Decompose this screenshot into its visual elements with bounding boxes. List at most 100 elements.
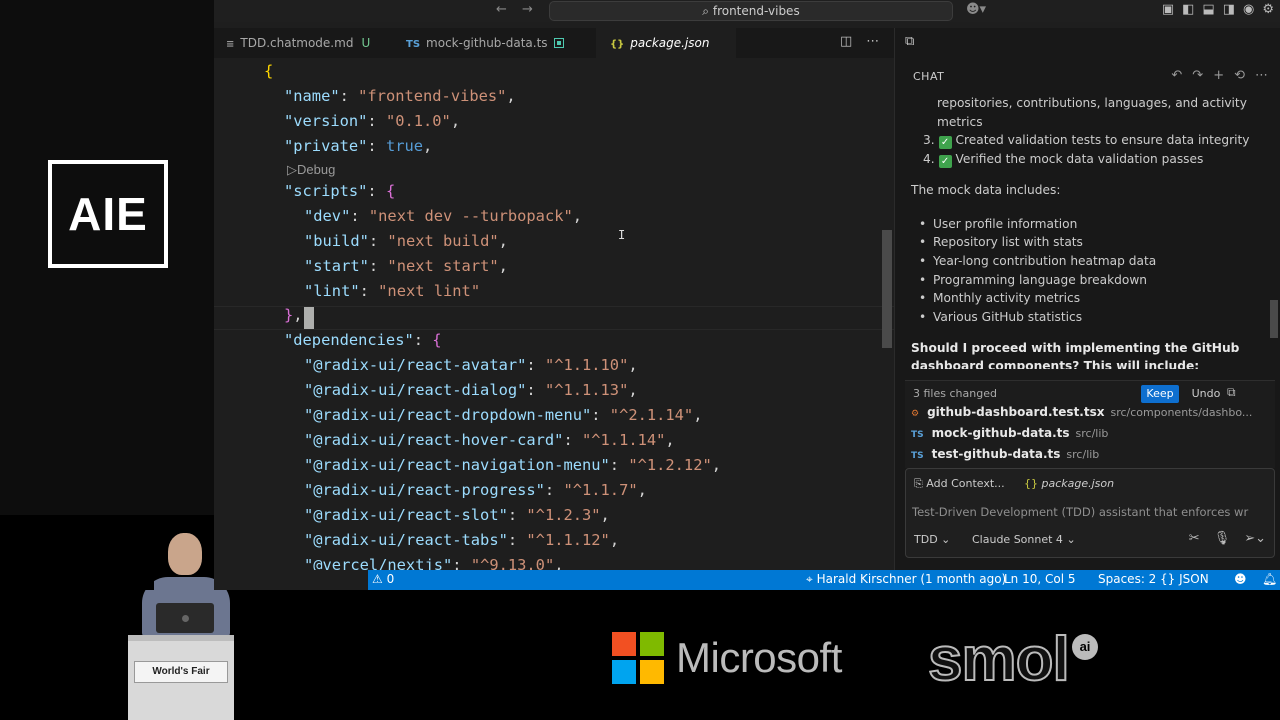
notifications-bell-icon[interactable]: 🔔︎ [1262,572,1277,586]
code-editor[interactable]: { "name": "frontend-vibes", "version": "0.… [214,60,894,570]
input-actions: ✂ 🎙︎ ➢⌄ [1189,531,1266,546]
list-item: Various GitHub statistics [919,308,1082,326]
new-chat-icon[interactable]: + [1213,68,1224,83]
problems-indicator[interactable]: ⚠ 0 [372,572,394,586]
json-file-icon: {} [1024,477,1042,490]
paperclip-icon: ⎘ [914,477,927,490]
play-icon: ▷ [287,162,297,177]
text-cursor [304,307,314,329]
copilot-status-icon[interactable]: ☻ [1234,572,1247,586]
chat-step-3: 3. ✓ Created validation tests to ensure d… [923,133,1250,149]
tools-icon[interactable]: ✂ [1189,531,1200,546]
changed-file-row[interactable]: TS mock-github-data.ts src/lib [911,426,1108,440]
model-select[interactable]: Claude Sonnet 4 ⌄ [972,533,1076,546]
title-bar: ← → ⌕ frontend-vibes ☻▾ ▣ ◧ ⬓ ◨ ◉ ⚙ [214,0,1280,22]
list-item: User profile information [919,215,1077,233]
code-line: "lint": "next lint" [304,282,481,300]
changed-file-row[interactable]: TS test-github-data.ts src/lib [911,447,1099,461]
cursor-position[interactable]: Ln 10, Col 5 [1004,572,1076,586]
redo-icon[interactable]: ↷ [1192,68,1203,83]
status-bar: ⚠ 0 ⌖ Harald Kirschner (1 month ago) Ln … [368,570,1280,590]
code-line: "build": "next build", [304,232,508,250]
more-actions-icon[interactable]: ⋯ [866,34,879,49]
code-line: "@radix-ui/react-dialog": "^1.1.13", [304,381,638,399]
command-center-search[interactable]: ⌕ frontend-vibes [549,1,953,21]
send-icon[interactable]: ➢⌄ [1244,531,1266,546]
back-arrow-icon[interactable]: ← [496,2,507,17]
tab-package-json[interactable]: {} package.json [596,28,736,58]
settings-gear-icon[interactable]: ⚙ [1262,2,1274,17]
speaker-head [168,533,202,575]
chat-header-actions: ↶ ↷ + ⟲ ⋯ [1171,68,1268,83]
code-line: }, [284,306,303,324]
typescript-file-icon: TS [911,451,924,461]
vscode-window: ← → ⌕ frontend-vibes ☻▾ ▣ ◧ ⬓ ◨ ◉ ⚙ ≡ TDD… [214,0,1280,590]
chat-question-cont: dashboard components? This will include: [911,359,1200,369]
i-beam-cursor-icon: I [618,228,626,242]
unsaved-badge-icon [553,38,564,48]
tab-tdd-chatmode[interactable]: ≡ TDD.chatmode.md U [222,28,390,58]
forward-arrow-icon[interactable]: → [522,2,533,17]
changed-file-row[interactable]: ⚙ github-dashboard.test.tsx src/components… [911,405,1252,419]
code-line: "dev": "next dev --turbopack", [304,207,583,225]
tab-mock-github-data[interactable]: TS mock-github-data.ts [392,28,588,58]
code-line: "dependencies": { [284,331,442,349]
code-line: "@radix-ui/react-dropdown-menu": "^2.1.1… [304,406,703,424]
code-line: "version": "0.1.0", [284,112,461,130]
code-line: { [264,62,274,80]
code-line: "name": "frontend-vibes", [284,87,516,105]
chat-scrollbar[interactable] [1270,300,1278,338]
copilot-icon[interactable]: ☻▾ [966,2,986,17]
code-line: "@vercel/nextjs": "^9.13.0", [304,556,564,570]
language-mode[interactable]: {} JSON [1160,572,1209,586]
microphone-icon[interactable]: 🎙︎ [1214,531,1231,546]
stage-background: AIE [0,0,214,515]
code-line: "@radix-ui/react-tabs": "^1.1.12", [304,531,620,549]
smol-wordmark: smol [927,624,1071,695]
chevron-down-icon: ⌄ [941,533,951,546]
code-line: "start": "next start", [304,257,508,275]
podium-label: World's Fair [134,661,228,683]
toggle-sidebar-icon[interactable]: ◧ [1182,2,1194,17]
chat-paragraph: The mock data includes: [911,183,1061,197]
indentation[interactable]: Spaces: 2 [1098,572,1156,586]
code-line: "@radix-ui/react-avatar": "^1.1.10", [304,356,638,374]
undo-button[interactable]: Undo [1187,385,1225,403]
split-editor-icon[interactable]: ◫ [840,34,852,49]
open-diff-icon[interactable]: ⧉ [1227,385,1236,400]
undo-icon[interactable]: ↶ [1171,68,1182,83]
test-file-icon: ⚙ [911,409,920,419]
smol-ai-badge: ai [1072,634,1098,660]
code-line: "@radix-ui/react-progress": "^1.1.7", [304,481,647,499]
toggle-panel-icon[interactable]: ⬓ [1202,2,1214,17]
chat-panel-icon[interactable]: ⧉ [905,34,914,49]
list-item: Year-long contribution heatmap data [919,252,1156,270]
check-icon: ✓ [938,136,952,149]
code-line: "@radix-ui/react-navigation-menu": "^1.2… [304,456,722,474]
list-item: Monthly activity metrics [919,289,1080,307]
check-icon: ✓ [938,155,952,168]
more-icon[interactable]: ⋯ [1255,68,1268,83]
chat-step-4: 4. ✓ Verified the mock data validation pa… [923,152,1204,168]
chat-input-box[interactable]: ⎘ Add Context... {} package.json Test-Dr… [905,468,1275,558]
chat-prompt-input[interactable]: Test-Driven Development (TDD) assistant … [912,505,1270,519]
add-context-button[interactable]: ⎘ Add Context... [914,477,1005,491]
toggle-secondary-sidebar-icon[interactable]: ◨ [1223,2,1235,17]
chat-message-line: repositories, contributions, languages, … [937,96,1247,110]
code-line: "@radix-ui/react-slot": "^1.2.3", [304,506,610,524]
code-line: "scripts": { [284,182,396,200]
code-line: "private": true, [284,137,433,155]
git-blame[interactable]: ⌖ Harald Kirschner (1 month ago) [806,572,1006,587]
keep-button[interactable]: Keep [1141,385,1179,403]
files-changed-count: 3 files changed [913,387,997,400]
debug-codelens[interactable]: ▷Debug [287,162,335,178]
current-line-highlight [214,306,894,330]
layout-icon[interactable]: ▣ [1162,2,1174,17]
account-icon[interactable]: ◉ [1243,2,1254,17]
history-icon[interactable]: ⟲ [1234,68,1245,83]
editor-scrollbar[interactable] [882,230,892,348]
code-line: "@radix-ui/react-hover-card": "^1.1.14", [304,431,675,449]
context-file-chip[interactable]: {} package.json [1024,477,1114,490]
typescript-file-icon: TS [911,430,924,440]
mode-select[interactable]: TDD ⌄ [914,533,950,546]
